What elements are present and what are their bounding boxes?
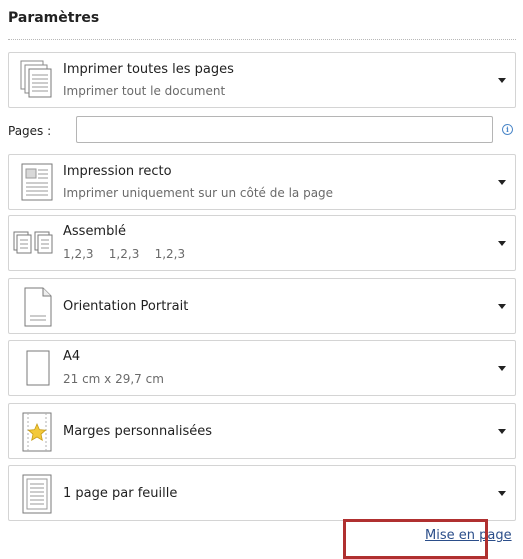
pages-label: Pages : [8,124,52,138]
highlight-box [343,519,488,559]
pages-per-sheet-dropdown[interactable]: 1 page par feuille [8,465,516,521]
print-range-dropdown[interactable]: Imprimer toutes les pages Imprimer tout … [8,52,516,108]
section-divider [8,39,516,40]
chevron-down-icon [498,491,506,496]
margins-label: Marges personnalisées [63,424,212,439]
print-range-label: Imprimer toutes les pages [63,62,234,77]
one-page-per-sheet-icon [17,473,57,519]
orientation-label: Orientation Portrait [63,299,189,314]
paper-size-dropdown[interactable]: A4 21 cm x 29,7 cm [8,340,516,396]
chevron-down-icon [498,429,506,434]
portrait-page-icon [17,286,57,332]
collated-icon [13,226,57,262]
chevron-down-icon [498,180,506,185]
chevron-down-icon [498,366,506,371]
pages-input[interactable] [76,116,493,143]
print-range-description: Imprimer tout le document [63,84,226,98]
paper-size-label: A4 [63,349,81,364]
orientation-dropdown[interactable]: Orientation Portrait [8,278,516,334]
section-title: Paramètres [8,10,100,26]
print-sides-dropdown[interactable]: Impression recto Imprimer uniquement sur… [8,154,516,210]
collation-dropdown[interactable]: Assemblé 1,2,3 1,2,3 1,2,3 [8,215,516,271]
chevron-down-icon [498,304,506,309]
collation-label: Assemblé [63,224,126,239]
print-sides-label: Impression recto [63,164,172,179]
pages-per-sheet-label: 1 page par feuille [63,486,178,501]
collation-description: 1,2,3 1,2,3 1,2,3 [63,247,186,261]
info-icon[interactable]: i [502,124,513,135]
chevron-down-icon [498,241,506,246]
custom-margins-icon [17,411,57,457]
paper-size-icon [17,349,57,395]
chevron-down-icon [498,78,506,83]
paper-size-description: 21 cm x 29,7 cm [63,372,164,386]
margins-dropdown[interactable]: Marges personnalisées [8,403,516,459]
print-sides-description: Imprimer uniquement sur un côté de la pa… [63,186,334,200]
document-stack-icon [17,59,57,105]
single-sided-icon [17,161,57,207]
